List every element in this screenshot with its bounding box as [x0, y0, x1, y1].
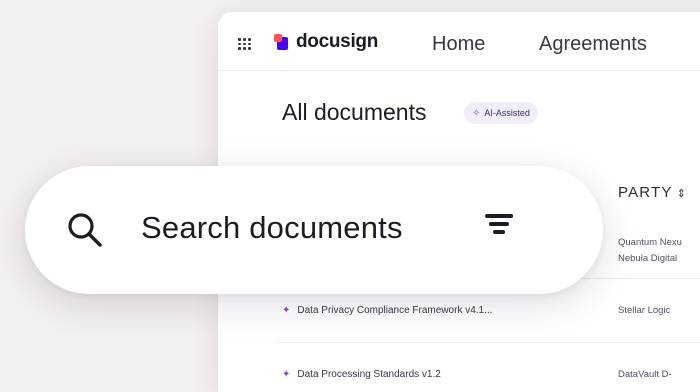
search-input[interactable]: Search documents — [141, 210, 403, 246]
top-bar: docusign Home Agreements — [218, 12, 700, 71]
sparkle-icon: ✦ — [282, 369, 291, 380]
party-line: Stellar Logic — [618, 305, 671, 316]
party-line: Nebula Digital — [618, 253, 678, 264]
sparkle-icon: ✧ — [472, 107, 481, 119]
column-header-party[interactable]: PARTY ⇕ — [618, 184, 687, 201]
column-header-label: PARTY — [618, 184, 673, 201]
table-row[interactable]: ✦ Data Privacy Compliance Framework v4.1… — [282, 305, 492, 316]
nav-agreements[interactable]: Agreements — [539, 33, 647, 56]
search-bar[interactable]: Search documents — [25, 166, 603, 294]
party-cell: Stellar Logic — [618, 303, 670, 319]
table-row[interactable]: ✦ Data Processing Standards v1.2 — [282, 369, 441, 380]
party-cell: Quantum Nexu Nebula Digital — [618, 235, 682, 267]
logo-mark-icon — [274, 34, 290, 50]
party-line: DataVault D- — [618, 369, 672, 380]
sort-icon[interactable]: ⇕ — [677, 188, 687, 200]
document-name[interactable]: Data Processing Standards v1.2 — [297, 369, 440, 380]
row-divider — [276, 342, 700, 343]
apps-grid-icon[interactable] — [238, 38, 252, 50]
document-name[interactable]: Data Privacy Compliance Framework v4.1..… — [297, 305, 492, 316]
ai-assisted-badge: ✧ AI-Assisted — [464, 102, 538, 124]
logo-text: docusign — [296, 31, 379, 52]
docusign-logo[interactable]: docusign — [274, 31, 378, 53]
nav-home[interactable]: Home — [432, 33, 485, 56]
filter-icon[interactable] — [485, 214, 513, 240]
party-line: Quantum Nexu — [618, 237, 682, 248]
search-icon[interactable] — [65, 210, 105, 250]
sparkle-icon: ✦ — [282, 305, 291, 316]
ai-badge-label: AI-Assisted — [484, 108, 530, 118]
party-cell: DataVault D- — [618, 367, 672, 383]
page-title: All documents — [282, 99, 427, 125]
